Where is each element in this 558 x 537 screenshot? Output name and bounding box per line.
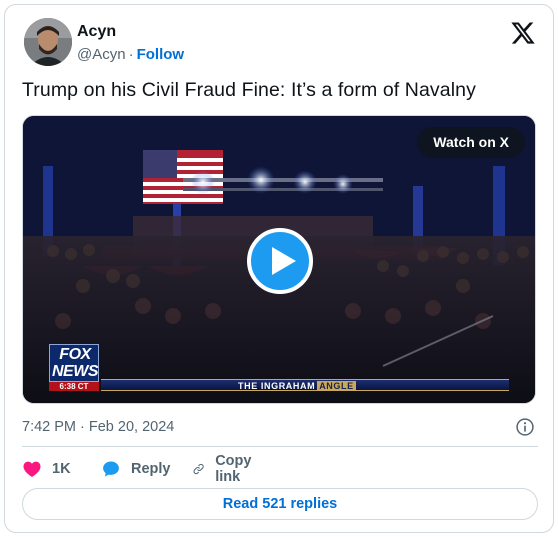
watch-on-x-button[interactable]: Watch on X [417,127,525,158]
like-button[interactable]: 1K [22,457,71,481]
play-button[interactable] [247,228,313,294]
tweet-timestamp[interactable]: 7:42 PM · Feb 20, 2024 [22,419,174,435]
video-player[interactable]: Watch on X FOX NEWS 6:38 CT THE INGRAHAM… [22,115,536,404]
tweet-card: Acyn @Acyn · Follow Trump on his Civil Fra… [4,4,554,533]
author-handle-row: @Acyn · Follow [77,46,184,63]
avatar[interactable] [24,18,72,66]
network-logo: FOX NEWS 6:38 CT [49,344,99,391]
network-time: 6:38 CT [49,382,99,391]
link-icon [193,463,204,475]
avatar-image [24,18,72,66]
info-icon[interactable] [515,417,535,437]
separator-dot: · [128,46,134,63]
network-logo-line1: FOX [59,346,91,363]
tweet-text: Trump on his Civil Fraud Fine: It’s a fo… [22,79,476,101]
divider [22,446,538,447]
network-logo-line2: NEWS [52,363,99,380]
read-replies-button[interactable]: Read 521 replies [22,488,538,520]
chyron-text: THE INGRAHAM ANGLE [238,381,356,391]
heart-icon [23,461,41,477]
play-icon [272,247,296,275]
chyron-main: THE INGRAHAM [238,381,316,391]
x-logo-icon[interactable] [510,20,536,46]
reply-label: Reply [131,461,171,477]
author-name[interactable]: Acyn [77,23,116,41]
follow-button[interactable]: Follow [137,46,185,63]
reply-button[interactable]: Reply [101,457,171,481]
copy-link-button[interactable]: Copy link [192,453,258,485]
reply-bubble-icon [103,461,119,477]
chyron-tag: ANGLE [317,381,356,391]
network-logo-box: FOX NEWS [49,344,99,382]
author-handle[interactable]: @Acyn [77,46,126,63]
copy-link-label: Copy link [215,453,252,485]
like-count: 1K [52,461,71,477]
